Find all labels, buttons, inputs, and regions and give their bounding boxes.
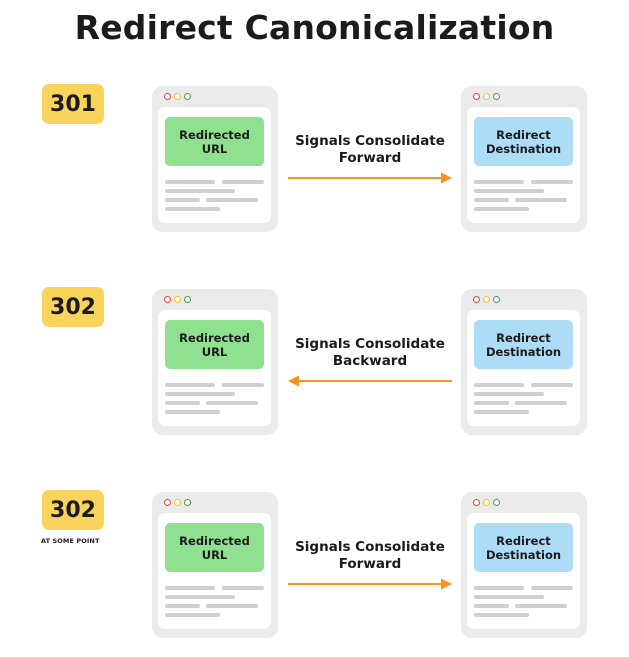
status-code-badge: 302 [42,287,104,327]
close-dot-icon [473,296,480,303]
placeholder-text-line [474,180,524,184]
signal-label: Signals Consolidate Forward [295,133,445,166]
minimize-dot-icon [174,499,181,506]
maximize-dot-icon [184,93,191,100]
placeholder-text-line [165,613,220,617]
placeholder-text-line [165,604,200,608]
arrow-right-icon [288,172,452,184]
source-label-box: Redirected URL [165,320,264,369]
window-content: Redirect Destination [467,107,580,223]
placeholder-text-line [474,401,509,405]
placeholder-text-line [165,586,215,590]
placeholder-text-line [531,383,573,387]
destination-label-box: Redirect Destination [474,523,573,572]
placeholder-text-line [206,604,258,608]
redirected-url-window: Redirected URL [152,86,278,232]
placeholder-text-line [206,198,258,202]
redirected-url-window: Redirected URL [152,492,278,638]
redirect-destination-window: Redirect Destination [461,289,587,435]
arrow-left-icon [288,375,452,387]
window-content: Redirect Destination [467,310,580,426]
placeholder-text-line [474,613,529,617]
redirected-url-window: Redirected URL [152,289,278,435]
destination-label-box: Redirect Destination [474,320,573,369]
redirect-destination-window: Redirect Destination [461,86,587,232]
window-content: Redirect Destination [467,513,580,629]
window-controls [473,499,500,506]
placeholder-text-line [474,586,524,590]
close-dot-icon [164,499,171,506]
placeholder-text-line [222,383,264,387]
destination-label-box: Redirect Destination [474,117,573,166]
placeholder-text-line [165,392,235,396]
status-code-note: AT SOME POINT [41,537,100,545]
placeholder-text-line [165,595,235,599]
source-label-box: Redirected URL [165,523,264,572]
placeholder-text-line [165,180,215,184]
page-title: Redirect Canonicalization [74,8,555,47]
window-controls [473,93,500,100]
status-code-badge: 301 [42,84,104,124]
destination-label: Redirect Destination [485,127,562,156]
redirect-destination-window: Redirect Destination [461,492,587,638]
placeholder-text-line [474,595,544,599]
close-dot-icon [164,93,171,100]
window-controls [473,296,500,303]
placeholder-text-line [165,198,200,202]
minimize-dot-icon [483,499,490,506]
redirect-row-302: 302 Redirected URL Signals Consolidate B… [0,287,629,437]
placeholder-text-line [165,189,235,193]
redirect-row-301: 301 Redirected URL Signals Consolidate F… [0,84,629,234]
destination-label: Redirect Destination [485,330,562,359]
minimize-dot-icon [483,93,490,100]
placeholder-text-line [474,392,544,396]
placeholder-text-line [206,401,258,405]
placeholder-text-line [165,410,220,414]
window-content: Redirected URL [158,310,271,426]
destination-label: Redirect Destination [485,533,562,562]
window-content: Redirected URL [158,107,271,223]
close-dot-icon [164,296,171,303]
placeholder-text-line [222,586,264,590]
minimize-dot-icon [483,296,490,303]
minimize-dot-icon [174,93,181,100]
placeholder-text-line [474,604,509,608]
maximize-dot-icon [493,93,500,100]
close-dot-icon [473,499,480,506]
maximize-dot-icon [493,296,500,303]
redirect-row-302-at-some-point: 302 AT SOME POINT Redirected URL Signals … [0,490,629,640]
close-dot-icon [473,93,480,100]
source-label: Redirected URL [179,330,250,359]
source-label: Redirected URL [179,533,250,562]
placeholder-text-line [222,180,264,184]
placeholder-text-line [474,198,509,202]
window-controls [164,296,191,303]
placeholder-text-line [474,189,544,193]
source-label: Redirected URL [179,127,250,156]
status-code-badge: 302 [42,490,104,530]
signal-label: Signals Consolidate Forward [295,539,445,572]
placeholder-text-line [474,410,529,414]
maximize-dot-icon [184,296,191,303]
window-content: Redirected URL [158,513,271,629]
placeholder-text-line [515,198,567,202]
placeholder-text-line [165,383,215,387]
placeholder-text-line [515,401,567,405]
maximize-dot-icon [493,499,500,506]
minimize-dot-icon [174,296,181,303]
placeholder-text-line [474,383,524,387]
window-controls [164,93,191,100]
maximize-dot-icon [184,499,191,506]
source-label-box: Redirected URL [165,117,264,166]
placeholder-text-line [531,180,573,184]
placeholder-text-line [165,207,220,211]
placeholder-text-line [531,586,573,590]
window-controls [164,499,191,506]
placeholder-text-line [165,401,200,405]
arrow-right-icon [288,578,452,590]
placeholder-text-line [515,604,567,608]
placeholder-text-line [474,207,529,211]
signal-label: Signals Consolidate Backward [295,336,445,369]
